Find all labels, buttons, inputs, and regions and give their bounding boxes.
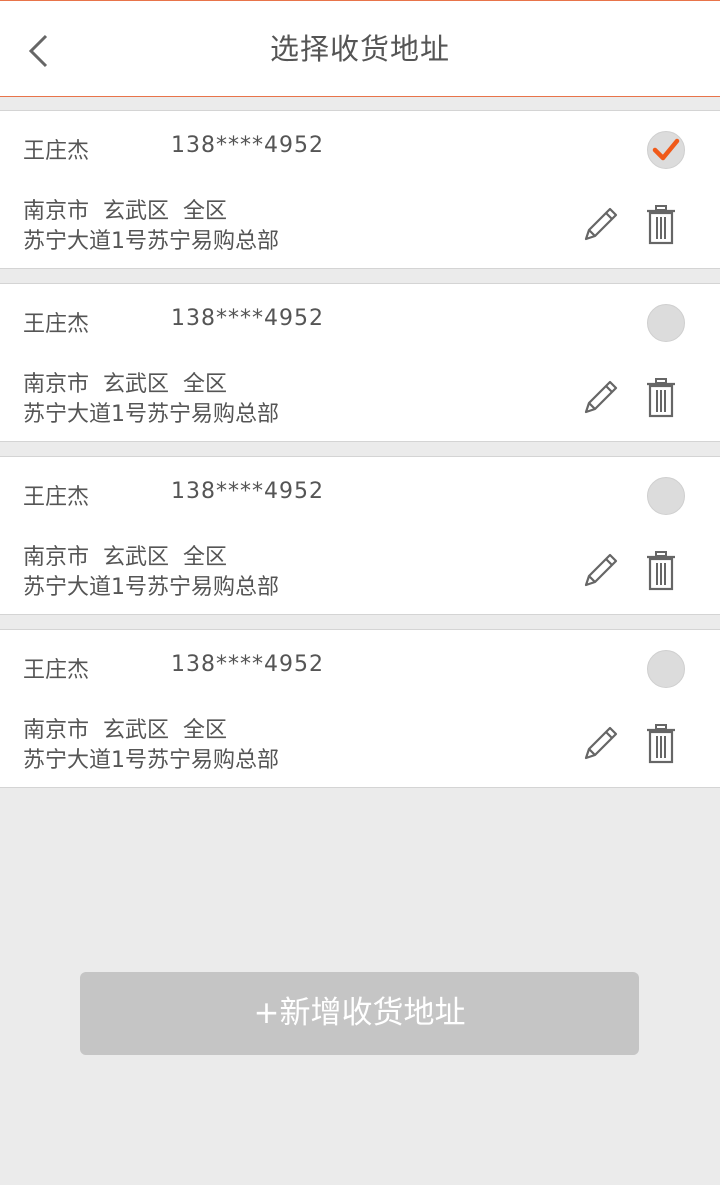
- recipient-phone: 138****4952: [171, 306, 324, 331]
- trash-icon: [647, 551, 675, 591]
- recipient-phone: 138****4952: [171, 479, 324, 504]
- select-address-radio[interactable]: [647, 131, 685, 169]
- address-list: 王庄杰 138****4952 南京市 玄武区 全区 苏宁大道1号苏宁易购总部: [0, 110, 720, 802]
- checkmark-icon: [652, 138, 680, 161]
- trash-icon: [647, 378, 675, 418]
- delete-address-button[interactable]: [642, 722, 680, 766]
- recipient-name: 王庄杰: [23, 312, 90, 337]
- address-card[interactable]: 王庄杰 138****4952 南京市 玄武区 全区 苏宁大道1号苏宁易购总部: [0, 629, 720, 788]
- address-region: 南京市 玄武区 全区: [23, 199, 227, 224]
- add-address-button[interactable]: +新增收货地址: [80, 972, 639, 1055]
- recipient-name: 王庄杰: [23, 485, 90, 510]
- page-title: 选择收货地址: [269, 32, 450, 66]
- address-street: 苏宁大道1号苏宁易购总部: [23, 748, 279, 773]
- edit-address-button[interactable]: [578, 549, 622, 593]
- address-region: 南京市 玄武区 全区: [23, 545, 227, 570]
- address-region: 南京市 玄武区 全区: [23, 372, 227, 397]
- delete-address-button[interactable]: [642, 203, 680, 247]
- address-card[interactable]: 王庄杰 138****4952 南京市 玄武区 全区 苏宁大道1号苏宁易购总部: [0, 283, 720, 442]
- pencil-icon: [584, 380, 618, 414]
- address-card[interactable]: 王庄杰 138****4952 南京市 玄武区 全区 苏宁大道1号苏宁易购总部: [0, 110, 720, 269]
- pencil-icon: [584, 207, 618, 241]
- recipient-name: 王庄杰: [23, 658, 90, 683]
- header-bar: 选择收货地址: [0, 0, 720, 97]
- edit-address-button[interactable]: [578, 722, 622, 766]
- address-street: 苏宁大道1号苏宁易购总部: [23, 575, 279, 600]
- select-address-radio[interactable]: [647, 477, 685, 515]
- select-address-radio[interactable]: [647, 304, 685, 342]
- recipient-phone: 138****4952: [171, 652, 324, 677]
- edit-address-button[interactable]: [578, 376, 622, 420]
- delete-address-button[interactable]: [642, 376, 680, 420]
- address-street: 苏宁大道1号苏宁易购总部: [23, 229, 279, 254]
- pencil-icon: [584, 726, 618, 760]
- address-card[interactable]: 王庄杰 138****4952 南京市 玄武区 全区 苏宁大道1号苏宁易购总部: [0, 456, 720, 615]
- recipient-phone: 138****4952: [171, 133, 324, 158]
- pencil-icon: [584, 553, 618, 587]
- address-street: 苏宁大道1号苏宁易购总部: [23, 402, 279, 427]
- recipient-name: 王庄杰: [23, 139, 90, 164]
- delete-address-button[interactable]: [642, 549, 680, 593]
- trash-icon: [647, 724, 675, 764]
- trash-icon: [647, 205, 675, 245]
- edit-address-button[interactable]: [578, 203, 622, 247]
- address-region: 南京市 玄武区 全区: [23, 718, 227, 743]
- select-address-radio[interactable]: [647, 650, 685, 688]
